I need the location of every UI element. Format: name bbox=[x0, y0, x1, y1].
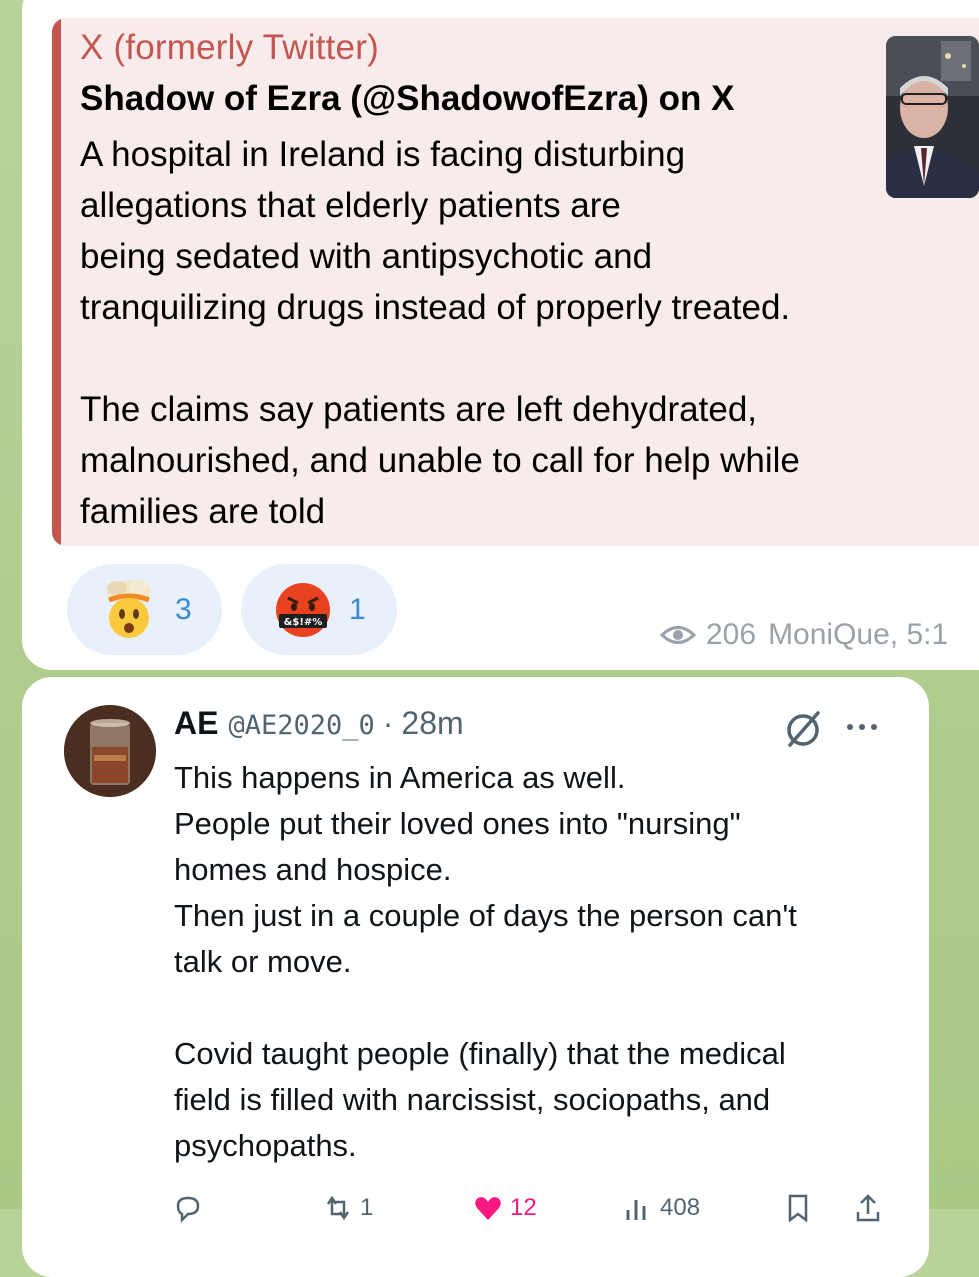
reply-icon bbox=[176, 1196, 200, 1224]
tweet-separator: · bbox=[382, 705, 394, 741]
preview-accent-bar bbox=[52, 18, 61, 546]
avatar[interactable] bbox=[64, 705, 156, 797]
author-time: MoniQue, 5:1 bbox=[768, 618, 949, 651]
preview-thumbnail[interactable] bbox=[886, 36, 979, 198]
retweet-button[interactable]: 1 bbox=[322, 1192, 373, 1224]
preview-site-name: X (formerly Twitter) bbox=[80, 28, 379, 67]
reaction-exploding-head[interactable]: 3 bbox=[67, 564, 222, 655]
tweet-header: AE @AE2020_0 · 28m bbox=[174, 705, 464, 742]
retweet-icon bbox=[326, 1195, 350, 1221]
preview-title: Shadow of Ezra (@ShadowofEzra) on X bbox=[80, 79, 735, 118]
glass-photo-icon bbox=[64, 705, 156, 797]
heart-icon bbox=[475, 1197, 501, 1220]
like-count: 12 bbox=[510, 1194, 537, 1221]
reaction-count: 1 bbox=[349, 592, 366, 626]
svg-text:&$!#%: &$!#% bbox=[284, 617, 323, 628]
bookmark-button[interactable] bbox=[782, 1192, 820, 1224]
tweet-time[interactable]: 28m bbox=[401, 705, 463, 742]
retweet-count: 1 bbox=[360, 1194, 374, 1221]
more-options-icon[interactable] bbox=[844, 717, 880, 737]
reaction-cursing-face[interactable]: &$!#% 1 bbox=[241, 564, 397, 655]
share-button[interactable] bbox=[852, 1192, 890, 1224]
cursing-face-icon: &$!#% bbox=[276, 582, 330, 637]
views-button[interactable]: 408 bbox=[622, 1192, 700, 1224]
tweet-screenshot[interactable]: AE @AE2020_0 · 28m This happens in Ameri… bbox=[22, 677, 929, 1277]
grok-icon[interactable] bbox=[782, 707, 826, 751]
bookmark-icon bbox=[788, 1194, 808, 1223]
tweet-author-handle[interactable]: @AE2020_0 bbox=[228, 710, 374, 741]
views-eye-icon bbox=[660, 626, 696, 644]
share-icon bbox=[856, 1194, 880, 1222]
views-count: 206 bbox=[706, 618, 757, 651]
tweet-text: This happens in America as well. People … bbox=[174, 760, 797, 1163]
link-preview-card[interactable]: X (formerly Twitter) Shadow of Ezra (@Sh… bbox=[52, 18, 979, 546]
analytics-icon bbox=[626, 1200, 646, 1220]
exploding-head-icon bbox=[107, 579, 151, 638]
like-button[interactable]: 12 bbox=[472, 1192, 537, 1224]
reply-button[interactable] bbox=[172, 1192, 210, 1224]
reaction-count: 3 bbox=[175, 592, 192, 626]
message-meta: 206 MoniQue, 5:1 bbox=[660, 615, 948, 655]
views-count-tweet: 408 bbox=[660, 1194, 701, 1221]
preview-description: A hospital in Ireland is facing disturbi… bbox=[80, 135, 800, 531]
tweet-actions: 1 12 408 bbox=[172, 1192, 892, 1232]
tweet-author-name[interactable]: AE bbox=[174, 705, 218, 742]
person-photo-icon bbox=[886, 36, 979, 198]
